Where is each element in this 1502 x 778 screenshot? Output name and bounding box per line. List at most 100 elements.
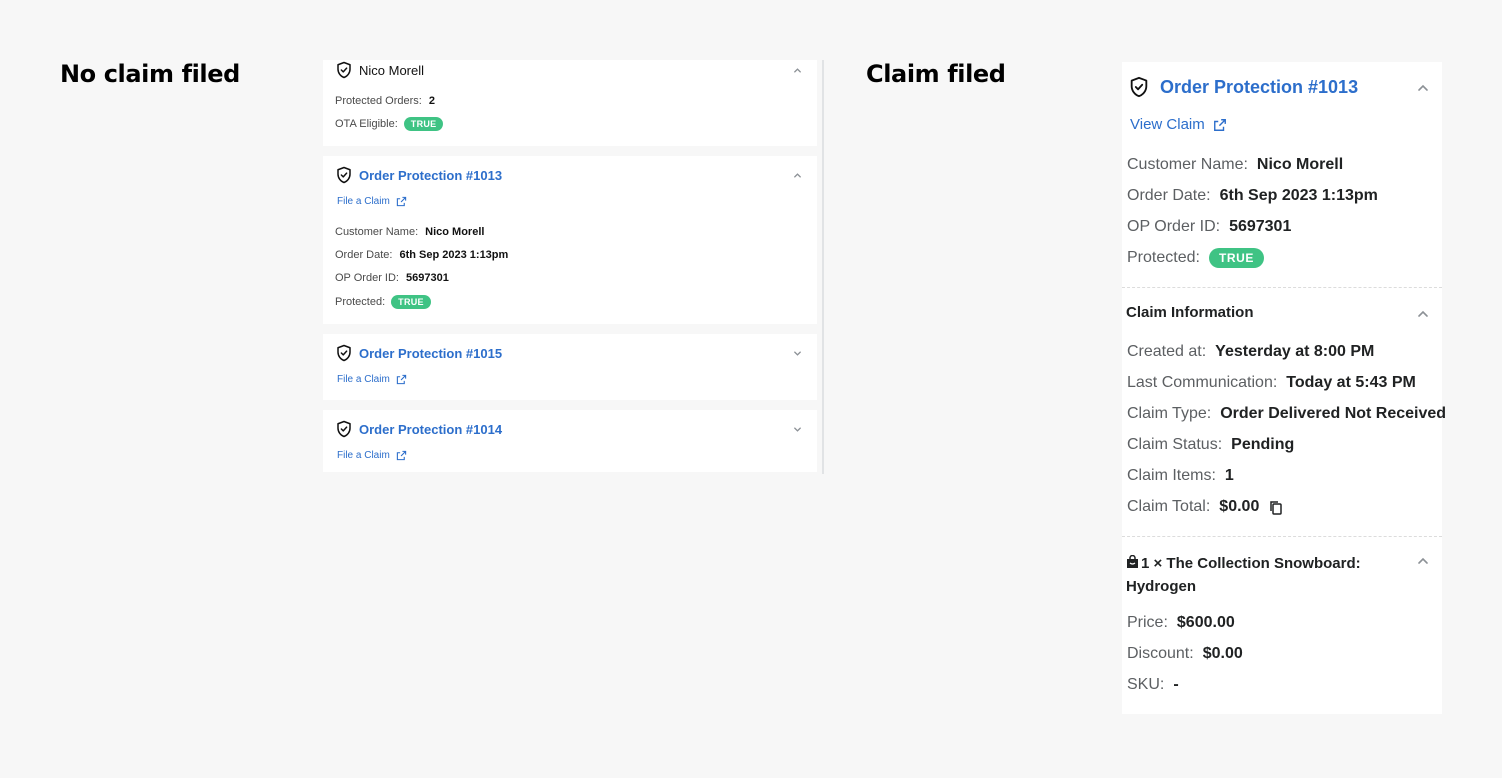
external-link-icon [396, 450, 406, 461]
customer-card-header[interactable]: Nico Morell [335, 61, 424, 79]
item-header[interactable]: 1 × The Collection Snowboard: Hydrogen [1126, 552, 1406, 598]
chevron-up-icon[interactable] [1416, 554, 1430, 568]
chevron-up-icon[interactable] [792, 65, 803, 76]
row-value: Nico Morell [1256, 156, 1344, 173]
row-label: Protected: [1127, 249, 1200, 266]
ota-eligible-row: OTA Eligible: TRUE [335, 117, 444, 131]
chevron-down-icon[interactable] [792, 348, 803, 359]
order-title[interactable]: Order Protection #1013 [1160, 77, 1358, 98]
order-card-header[interactable]: Order Protection #1013 [1128, 76, 1358, 98]
price-row: Price: $600.00 [1127, 614, 1235, 632]
row-label: Customer Name: [335, 226, 419, 238]
file-claim-label: File a Claim [337, 196, 390, 207]
row-value: 5697301 [405, 272, 449, 284]
claim-type-row: Claim Type: Order Delivered Not Received [1127, 405, 1446, 423]
section-title-no-claim: No claim filed [60, 60, 240, 88]
row-label: OP Order ID: [335, 272, 399, 284]
row-value: 6th Sep 2023 1:13pm [1219, 187, 1378, 204]
row-label: SKU: [1127, 676, 1165, 693]
op-order-id-row: OP Order ID: 5697301 [335, 272, 449, 284]
shield-check-icon [337, 344, 351, 362]
claim-information-header[interactable]: Claim Information [1126, 304, 1254, 321]
external-link-icon [1213, 118, 1226, 131]
row-value: 5697301 [1229, 218, 1292, 235]
claim-status-row: Claim Status: Pending [1127, 436, 1294, 454]
external-link-icon [396, 374, 406, 385]
shopping-bag-icon [1127, 554, 1138, 568]
view-claim-link[interactable]: View Claim [1130, 116, 1227, 133]
shield-check-icon [337, 420, 351, 438]
external-link-icon [396, 196, 406, 207]
customer-card: Nico Morell Protected Orders: 2 OTA Elig… [323, 60, 817, 146]
shield-check-icon [337, 61, 351, 79]
order-card-1014: Order Protection #1014 File a Claim [323, 410, 817, 472]
section-divider [1122, 536, 1442, 537]
discount-row: Discount: $0.00 [1127, 645, 1243, 663]
status-badge: TRUE [1208, 248, 1265, 268]
chevron-up-icon[interactable] [1416, 307, 1430, 321]
row-label: OTA Eligible: [335, 118, 398, 130]
protected-row: Protected: TRUE [335, 295, 431, 309]
row-label: Protected Orders: [335, 95, 422, 107]
row-value: Yesterday at 8:00 PM [1215, 343, 1375, 360]
chevron-down-icon[interactable] [792, 424, 803, 435]
row-label: Customer Name: [1127, 156, 1248, 173]
sku-row: SKU: - [1127, 676, 1179, 694]
order-card-1015: Order Protection #1015 File a Claim [323, 334, 817, 400]
view-claim-label: View Claim [1130, 116, 1205, 133]
row-label: Order Date: [1127, 187, 1211, 204]
order-title[interactable]: Order Protection #1014 [359, 422, 502, 437]
row-label: Discount: [1127, 645, 1194, 662]
op-order-id-row: OP Order ID: 5697301 [1127, 218, 1291, 236]
file-claim-label: File a Claim [337, 450, 390, 461]
file-claim-label: File a Claim [337, 374, 390, 385]
section-divider [1122, 287, 1442, 288]
order-card-header[interactable]: Order Protection #1013 [335, 166, 502, 184]
chevron-up-icon[interactable] [1416, 81, 1430, 95]
last-communication-row: Last Communication: Today at 5:43 PM [1127, 374, 1416, 392]
row-value: $0.00 [1219, 498, 1260, 515]
row-value: 2 [428, 95, 435, 107]
order-date-row: Order Date: 6th Sep 2023 1:13pm [335, 249, 508, 261]
chevron-up-icon[interactable] [792, 170, 803, 181]
status-badge: TRUE [403, 117, 444, 131]
section-title-claim-filed: Claim filed [866, 60, 1006, 88]
row-label: Claim Items: [1127, 467, 1216, 484]
order-title[interactable]: Order Protection #1015 [359, 346, 502, 361]
row-value: $600.00 [1176, 614, 1235, 631]
claim-items-row: Claim Items: 1 [1127, 467, 1234, 485]
row-label: Claim Total: [1127, 498, 1211, 515]
customer-name-row: Customer Name: Nico Morell [1127, 156, 1343, 174]
shield-check-icon [1130, 76, 1148, 98]
order-title[interactable]: Order Protection #1013 [359, 168, 502, 183]
row-label: Protected: [335, 296, 386, 308]
order-card-header[interactable]: Order Protection #1014 [335, 420, 502, 438]
row-label: OP Order ID: [1127, 218, 1221, 235]
order-card-1013: Order Protection #1013 File a Claim Cust… [323, 156, 817, 324]
left-sidebar-panel: Nico Morell Protected Orders: 2 OTA Elig… [322, 60, 824, 474]
file-claim-link[interactable]: File a Claim [337, 450, 407, 461]
created-at-row: Created at: Yesterday at 8:00 PM [1127, 343, 1374, 361]
row-value: Nico Morell [425, 226, 485, 238]
status-badge: TRUE [391, 295, 431, 309]
row-value: Order Delivered Not Received [1220, 405, 1447, 422]
order-card-header[interactable]: Order Protection #1015 [335, 344, 502, 362]
row-label: Claim Status: [1127, 436, 1223, 453]
row-label: Order Date: [335, 249, 393, 261]
row-value: 6th Sep 2023 1:13pm [399, 249, 509, 261]
row-label: Claim Type: [1127, 405, 1212, 422]
customer-name: Nico Morell [359, 62, 425, 78]
row-value: $0.00 [1202, 645, 1243, 662]
claim-total-row: Claim Total: $0.00 [1127, 498, 1283, 516]
protected-row: Protected: TRUE [1127, 248, 1265, 268]
file-claim-link[interactable]: File a Claim [337, 196, 407, 207]
protected-orders-row: Protected Orders: 2 [335, 95, 435, 107]
customer-name-row: Customer Name: Nico Morell [335, 226, 484, 238]
row-value: Pending [1231, 436, 1295, 453]
shield-check-icon [337, 166, 351, 184]
row-label: Price: [1127, 614, 1168, 631]
row-value: - [1173, 676, 1179, 693]
copy-icon[interactable] [1269, 500, 1283, 515]
row-value: Today at 5:43 PM [1286, 374, 1416, 391]
file-claim-link[interactable]: File a Claim [337, 374, 407, 385]
